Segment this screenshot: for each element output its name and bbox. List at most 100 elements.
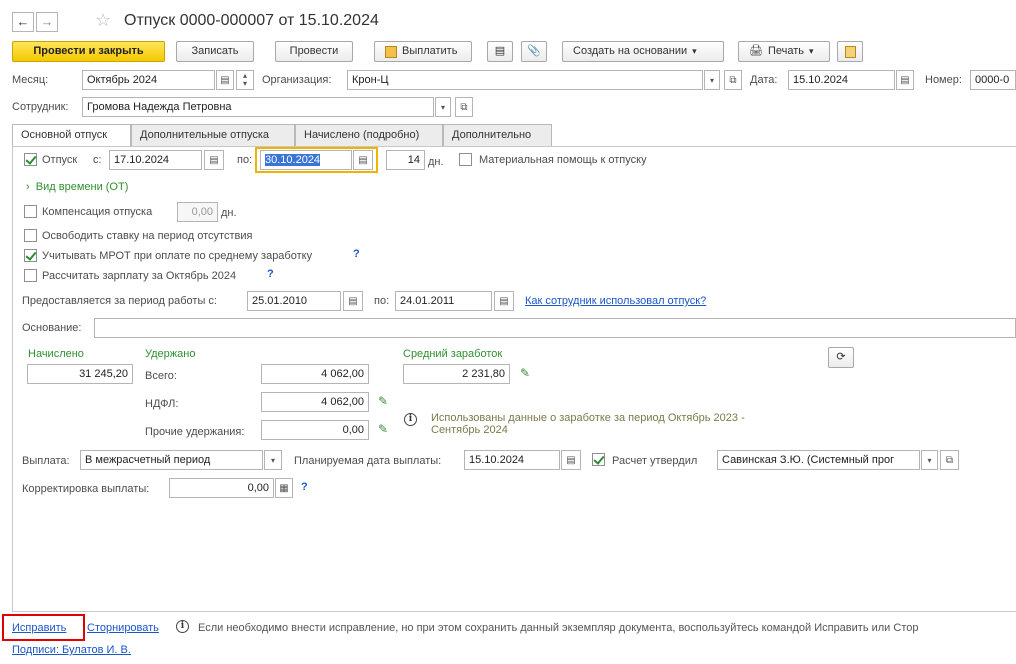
time-type-expander[interactable]: › Вид времени (ОТ) bbox=[26, 180, 128, 194]
footer-hint: Если необходимо внести исправление, но п… bbox=[198, 622, 919, 634]
storno-link[interactable]: Сторнировать bbox=[87, 621, 159, 635]
chevron-down-icon: ▾ bbox=[692, 46, 697, 56]
period-label: Предоставляется за период работы с: bbox=[22, 295, 217, 307]
pay-button[interactable]: Выплатить bbox=[374, 41, 472, 62]
organization-dropdown-button[interactable]: ▾ bbox=[704, 70, 720, 90]
time-type-label: Вид времени (ОТ) bbox=[35, 181, 129, 193]
to-date-selected-text: 30.10.2024 bbox=[265, 154, 321, 166]
calendar-icon: ▤ bbox=[499, 295, 509, 307]
month-label: Месяц: bbox=[12, 74, 49, 86]
organization-open-button[interactable]: ⧉ bbox=[724, 70, 742, 90]
compensation-checkbox[interactable] bbox=[24, 205, 37, 218]
calculator-icon: ▦ bbox=[279, 482, 289, 494]
earnings-info-line2: Сентябрь 2024 bbox=[431, 424, 508, 436]
other-withholdings-label: Прочие удержания: bbox=[145, 426, 245, 438]
employee-field[interactable]: Громова Надежда Петровна bbox=[82, 97, 434, 117]
recalculate-button[interactable]: ⟳ bbox=[828, 347, 854, 368]
calc-salary-label: Рассчитать зарплату за Октябрь 2024 bbox=[42, 270, 237, 282]
approved-checkbox[interactable] bbox=[592, 453, 605, 466]
planned-date-calendar-button[interactable]: ▤ bbox=[561, 450, 581, 470]
basis-label: Основание: bbox=[22, 322, 82, 334]
release-rate-label: Освободить ставку на период отсутствия bbox=[42, 230, 253, 242]
month-field[interactable]: Октябрь 2024 bbox=[82, 70, 215, 90]
date-label: Дата: bbox=[750, 74, 778, 86]
financial-aid-checkbox[interactable] bbox=[459, 153, 472, 166]
chevron-down-icon: ▾ bbox=[440, 102, 445, 112]
number-field[interactable]: 0000-0 bbox=[970, 70, 1016, 90]
organization-label: Организация: bbox=[262, 74, 332, 86]
printer-icon: 🖨 bbox=[749, 45, 763, 57]
open-icon: ⧉ bbox=[460, 101, 468, 113]
period-to-calendar-button[interactable]: ▤ bbox=[494, 291, 514, 311]
compensation-days-field[interactable]: 0,00 bbox=[177, 202, 218, 222]
calc-salary-help-icon[interactable]: ? bbox=[267, 268, 274, 280]
employee-label: Сотрудник: bbox=[12, 101, 69, 113]
vacation-checkbox[interactable] bbox=[24, 153, 37, 166]
date-field[interactable]: 15.10.2024 bbox=[788, 70, 895, 90]
approved-by-open-button[interactable]: ⧉ bbox=[940, 450, 959, 470]
post-button[interactable]: Провести bbox=[275, 41, 353, 62]
forward-button[interactable]: → bbox=[36, 12, 58, 32]
from-date-field[interactable]: 17.10.2024 bbox=[109, 150, 202, 170]
document-list-button[interactable]: ▤ bbox=[487, 41, 513, 62]
basis-field[interactable] bbox=[94, 318, 1016, 338]
attach-button[interactable]: 📎 bbox=[521, 41, 547, 62]
other-withholdings-field: 0,00 bbox=[261, 420, 369, 440]
post-and-close-button[interactable]: Провести и закрыть bbox=[12, 41, 165, 62]
employee-open-button[interactable]: ⧉ bbox=[455, 97, 473, 117]
days-field[interactable]: 14 bbox=[386, 150, 425, 170]
report-button[interactable] bbox=[837, 41, 863, 62]
month-stepper[interactable]: ▴ ▾ bbox=[236, 70, 254, 90]
tab-accrued-detailed[interactable]: Начислено (подробно) bbox=[295, 124, 443, 146]
list-icon: ▤ bbox=[494, 45, 506, 57]
date-calendar-button[interactable]: ▤ bbox=[896, 70, 914, 90]
vacation-usage-link[interactable]: Как сотрудник использовал отпуск? bbox=[525, 294, 706, 308]
total-withheld-label: Всего: bbox=[145, 370, 177, 382]
period-from-calendar-button[interactable]: ▤ bbox=[343, 291, 363, 311]
create-based-button[interactable]: Создать на основании ▾ bbox=[562, 41, 724, 62]
correction-calculator-button[interactable]: ▦ bbox=[275, 478, 293, 498]
average-earnings-edit-pencil-icon[interactable]: ✎ bbox=[520, 366, 530, 380]
calendar-icon: ▤ bbox=[900, 74, 910, 86]
period-from-field[interactable]: 25.01.2010 bbox=[247, 291, 341, 311]
ndfl-edit-pencil-icon[interactable]: ✎ bbox=[378, 394, 388, 408]
approved-by-dropdown-button[interactable]: ▾ bbox=[921, 450, 938, 470]
refresh-icon: ⟳ bbox=[836, 351, 846, 363]
mrot-help-icon[interactable]: ? bbox=[353, 248, 360, 260]
tab-additional[interactable]: Дополнительно bbox=[443, 124, 552, 146]
payout-field[interactable]: В межрасчетный период bbox=[80, 450, 263, 470]
number-label: Номер: bbox=[925, 74, 962, 86]
back-button[interactable]: ← bbox=[12, 12, 34, 32]
days-unit: дн. bbox=[428, 156, 444, 168]
to-label: по: bbox=[237, 154, 253, 166]
print-button[interactable]: 🖨 Печать ▾ bbox=[738, 41, 830, 62]
organization-field[interactable]: Крон-Ц bbox=[347, 70, 703, 90]
period-to-label: по: bbox=[374, 295, 390, 307]
mrot-checkbox[interactable] bbox=[24, 249, 37, 262]
to-date-field[interactable]: 30.10.2024 bbox=[260, 150, 352, 170]
correction-help-icon[interactable]: ? bbox=[301, 481, 308, 493]
tab-additional-vacations[interactable]: Дополнительные отпуска bbox=[131, 124, 295, 146]
info-icon: i bbox=[404, 413, 417, 426]
compensation-label: Компенсация отпуска bbox=[42, 206, 153, 218]
planned-date-field[interactable]: 15.10.2024 bbox=[464, 450, 560, 470]
to-calendar-button[interactable]: ▤ bbox=[353, 150, 373, 170]
payout-dropdown-button[interactable]: ▾ bbox=[264, 450, 282, 470]
save-button[interactable]: Записать bbox=[176, 41, 254, 62]
tab-main-vacation[interactable]: Основной отпуск bbox=[12, 124, 131, 147]
correction-field[interactable]: 0,00 bbox=[169, 478, 274, 498]
chevron-down-icon: ▾ bbox=[809, 46, 814, 56]
release-rate-checkbox[interactable] bbox=[24, 229, 37, 242]
approved-by-field[interactable]: Савинская З.Ю. (Системный прог bbox=[717, 450, 920, 470]
from-label: с: bbox=[93, 154, 102, 166]
other-withholdings-edit-pencil-icon[interactable]: ✎ bbox=[378, 422, 388, 436]
fix-link[interactable]: Исправить bbox=[12, 621, 66, 635]
month-calendar-button[interactable]: ▤ bbox=[216, 70, 234, 90]
period-to-field[interactable]: 24.01.2011 bbox=[395, 291, 492, 311]
calc-salary-checkbox[interactable] bbox=[24, 269, 37, 282]
from-calendar-button[interactable]: ▤ bbox=[204, 150, 224, 170]
employee-dropdown-button[interactable]: ▾ bbox=[435, 97, 451, 117]
favorite-star-icon[interactable]: ☆ bbox=[95, 10, 111, 31]
signatures-link[interactable]: Подписи: Булатов И. В. bbox=[12, 643, 131, 657]
mrot-label: Учитывать МРОТ при оплате по среднему за… bbox=[42, 250, 313, 262]
